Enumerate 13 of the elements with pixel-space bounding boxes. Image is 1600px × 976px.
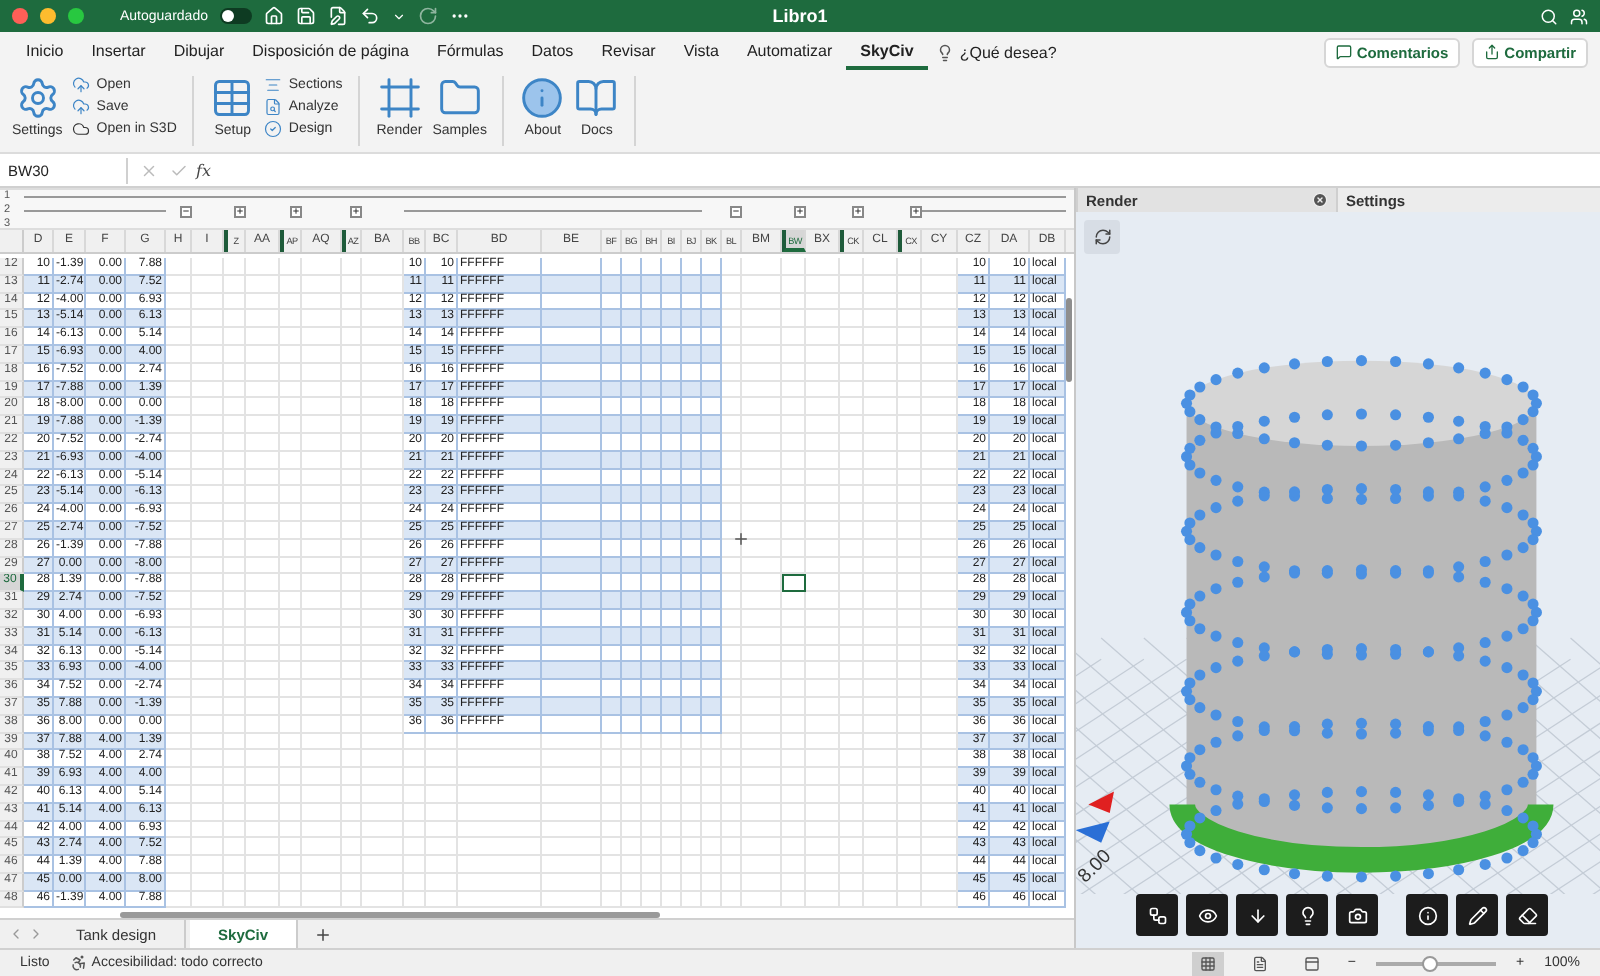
axis-label: 8.00 — [1076, 845, 1117, 888]
ribbon-tab[interactable]: Datos — [517, 35, 588, 69]
ribbon-tab[interactable]: Dibujar — [159, 35, 239, 69]
ribbon-tab[interactable]: Vista — [669, 35, 733, 69]
ribbon-tab[interactable]: Inicio — [12, 35, 78, 69]
ribbon-tab[interactable]: Fórmulas — [422, 35, 518, 69]
ribbon-tab[interactable]: Disposición de página — [238, 35, 423, 69]
ribbon-tab[interactable]: Insertar — [77, 35, 160, 69]
window-title: Libro1 — [772, 6, 828, 26]
search-field[interactable]: ¿Qué desea? — [959, 43, 1057, 61]
function-label[interactable]: fx — [196, 161, 211, 179]
ribbon-tab[interactable]: Revisar — [587, 35, 670, 69]
ribbon-tab[interactable]: Automatizar — [732, 35, 847, 69]
